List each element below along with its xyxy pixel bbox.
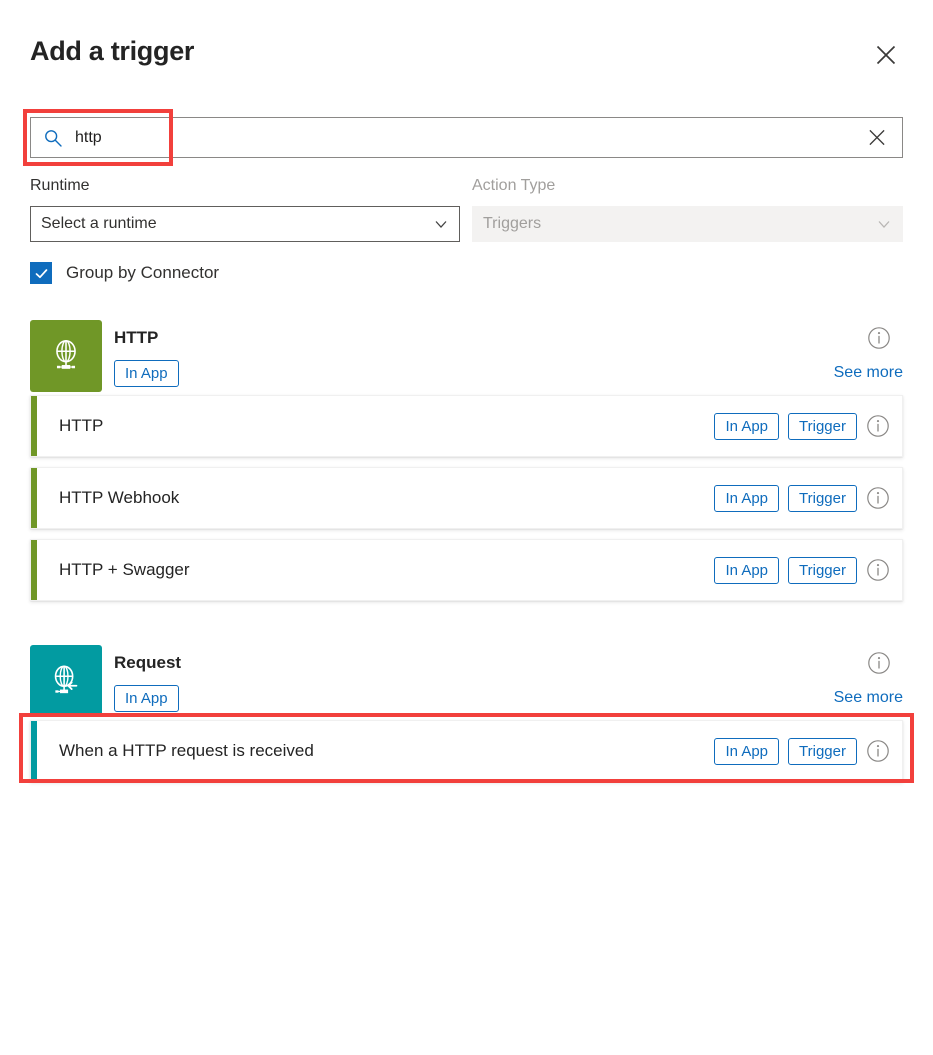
runtime-field: Runtime Select a runtime [30,176,460,242]
operation-info-button[interactable] [866,739,890,763]
search-input[interactable] [73,118,847,157]
group-by-connector-label: Group by Connector [66,263,220,282]
runtime-dropdown[interactable]: Select a runtime [30,206,460,242]
checkbox-box [30,262,52,284]
operation-accent-bar [31,721,37,781]
info-icon [867,415,889,437]
badge-trigger[interactable]: Trigger [788,412,857,440]
search-box[interactable] [30,117,903,158]
operation-accent-bar [31,540,37,600]
chevron-down-icon [876,216,892,232]
connector-icon-tile [30,320,102,392]
action-type-dropdown: Triggers [472,206,903,242]
info-icon [867,487,889,509]
badge-trigger[interactable]: Trigger [788,556,857,584]
close-icon [876,45,896,65]
badge-trigger[interactable]: Trigger [788,737,857,765]
see-more-link[interactable]: See more [834,364,903,382]
connector-header: HTTP In App See more [30,320,903,395]
operation-info-button[interactable] [866,486,890,510]
info-icon [868,327,890,349]
connector-group: Request In App See more When a HTTP requ… [19,645,914,783]
chevron-down-icon [433,216,449,232]
badge-in-app[interactable]: In App [714,556,780,584]
connector-name: HTTP [114,328,159,347]
info-icon [867,740,889,762]
connector-info-button[interactable] [867,326,891,350]
connector-group: HTTP In App See more HTTP In App Trigger… [30,320,903,601]
globe-request-icon [54,665,78,694]
add-trigger-panel: Add a trigger Runti [0,0,933,1055]
page-title: Add a trigger [30,36,195,66]
operation-row[interactable]: HTTP In App Trigger [30,395,903,457]
globe-network-icon [56,339,76,369]
operation-row[interactable]: HTTP + Swagger In App Trigger [30,539,903,601]
operation-row[interactable]: HTTP Webhook In App Trigger [30,467,903,529]
operation-title: HTTP [59,416,104,435]
search-icon [43,128,63,148]
runtime-label: Runtime [30,177,90,194]
checkmark-icon [35,268,47,278]
connector-info-button[interactable] [867,651,891,675]
results-list: HTTP In App See more HTTP In App Trigger… [19,320,914,792]
operation-actions: In App Trigger [714,737,890,765]
badge-in-app[interactable]: In App [114,685,179,712]
operation-title: HTTP + Swagger [59,560,190,579]
operation-info-button[interactable] [866,558,890,582]
group-by-connector-checkbox[interactable]: Group by Connector [30,262,219,284]
info-icon [867,559,889,581]
connector-badge-wrap: In App [114,685,179,712]
operation-actions: In App Trigger [714,556,890,584]
action-type-label: Action Type [472,177,556,194]
close-icon [869,129,885,146]
operation-actions: In App Trigger [714,484,890,512]
badge-in-app[interactable]: In App [714,412,780,440]
connector-badge-wrap: In App [114,360,179,387]
badge-in-app[interactable]: In App [714,484,780,512]
connector-name: Request [114,653,182,672]
info-icon [868,652,890,674]
operation-info-button[interactable] [866,414,890,438]
search-row [30,117,903,158]
action-type-field: Action Type Triggers [472,176,903,242]
badge-trigger[interactable]: Trigger [788,484,857,512]
operation-row[interactable]: When a HTTP request is received In App T… [19,713,914,783]
operation-accent-bar [31,468,37,528]
badge-in-app[interactable]: In App [114,360,179,387]
runtime-value: Select a runtime [41,215,157,232]
connector-header: Request In App See more [30,645,903,720]
operation-actions: In App Trigger [714,412,890,440]
see-more-link[interactable]: See more [834,689,903,707]
connector-icon-tile [30,645,102,717]
panel-header: Add a trigger [0,0,933,96]
operation-title: When a HTTP request is received [59,741,314,760]
badge-in-app[interactable]: In App [714,737,780,765]
operation-accent-bar [31,396,37,456]
close-panel-button[interactable] [867,36,905,74]
operation-title: HTTP Webhook [59,488,180,507]
action-type-value: Triggers [483,215,542,232]
clear-search-button[interactable] [862,123,892,153]
